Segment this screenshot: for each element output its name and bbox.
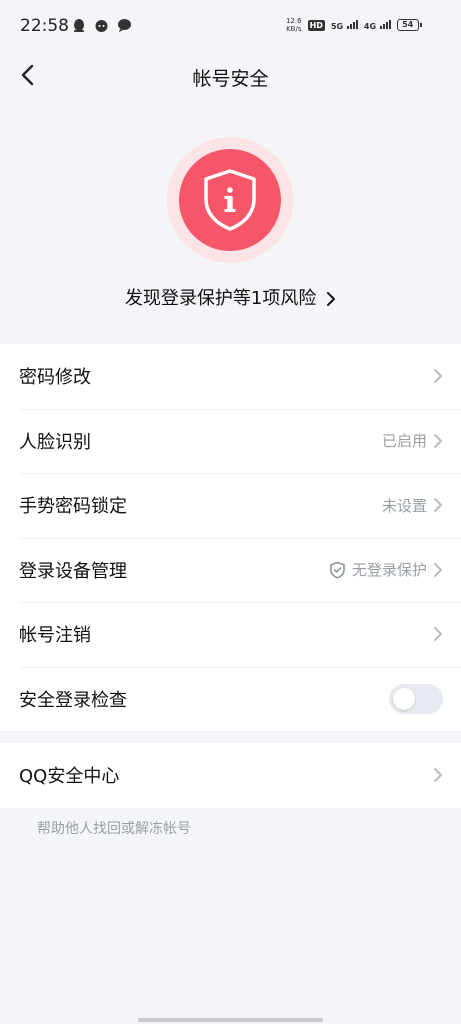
risk-summary-text: 发现登录保护等1项风险 <box>124 288 317 309</box>
system-status-icons: 12.6 KB/s HD 5G 4G 54 <box>286 17 422 33</box>
shield-info-icon <box>204 169 256 231</box>
row-label: 安全登录检查 <box>19 689 127 711</box>
qq-security-center-row[interactable]: QQ安全中心 <box>0 743 461 808</box>
row-label: 人脸识别 <box>19 431 91 453</box>
page-title: 帐号安全 <box>192 68 269 90</box>
status-time: 22:58 <box>20 16 69 36</box>
row-label: QQ安全中心 <box>19 766 120 788</box>
security-center-list: QQ安全中心 <box>0 743 461 808</box>
risk-status-badge <box>167 137 293 263</box>
face-recognition-row[interactable]: 人脸识别 已启用 <box>0 408 461 474</box>
status-bar: 22:58 12.6 KB/s HD 5G 4G 54 <box>0 0 461 52</box>
chevron-right-icon <box>327 292 336 306</box>
chevron-right-icon <box>434 369 442 384</box>
row-label: 帐号注销 <box>19 625 91 647</box>
row-accessory: 无登录保护 <box>329 538 443 603</box>
signal-bars-icon <box>379 19 391 29</box>
row-accessory <box>433 602 443 667</box>
shield-check-icon <box>330 561 345 579</box>
login-device-management-row[interactable]: 登录设备管理 无登录保护 <box>0 537 461 603</box>
hd-badge: HD <box>307 19 325 31</box>
row-label: 登录设备管理 <box>19 560 127 582</box>
row-accessory <box>433 344 443 409</box>
network-speed: 12.6 KB/s <box>286 17 302 33</box>
chevron-right-icon <box>434 562 442 577</box>
row-value: 已启用 <box>381 432 427 451</box>
chevron-right-icon <box>434 627 442 642</box>
network-speed-unit: KB/s <box>286 25 302 33</box>
gesture-lock-row[interactable]: 手势密码锁定 未设置 <box>0 473 461 538</box>
row-accessory: 已启用 <box>382 409 443 474</box>
password-change-row[interactable]: 密码修改 <box>0 344 461 409</box>
signal-bars-icon <box>346 19 358 29</box>
signal-4g: 4G <box>364 19 391 31</box>
row-accessory: 未设置 <box>382 473 443 538</box>
battery-icon: 54 <box>396 19 422 31</box>
security-settings-list: 密码修改 人脸识别 已启用 手势密码锁定 未设置 登录设备管理 无登录保护 帐号… <box>0 344 461 731</box>
home-indicator[interactable] <box>138 1018 323 1022</box>
cat-face-icon <box>94 18 109 37</box>
notification-icons <box>72 18 132 37</box>
network-speed-value: 12.6 <box>286 17 302 25</box>
risk-status-circle <box>179 149 281 251</box>
chevron-right-icon <box>434 433 442 448</box>
signal-5g: 5G <box>331 19 358 31</box>
row-label: 手势密码锁定 <box>19 496 127 518</box>
secure-login-check-toggle[interactable] <box>389 683 443 714</box>
signal-5g-label: 5G <box>330 22 344 31</box>
chevron-right-icon <box>434 768 442 783</box>
signal-4g-label: 4G <box>363 22 377 31</box>
secure-login-check-row: 安全登录检查 <box>0 666 461 732</box>
risk-summary-link[interactable]: 发现登录保护等1项风险 <box>0 284 461 310</box>
account-cancellation-row[interactable]: 帐号注销 <box>0 602 461 667</box>
chevron-right-icon <box>434 498 442 513</box>
row-value: 无登录保护 <box>351 561 427 580</box>
toggle-knob <box>393 687 415 710</box>
nav-bar: 帐号安全 <box>0 52 461 98</box>
row-label: 密码修改 <box>19 367 91 389</box>
row-accessory <box>433 743 443 808</box>
qq-penguin-icon <box>72 18 86 37</box>
security-center-helper-text: 帮助他人找回或解冻帐号 <box>37 821 191 837</box>
chat-bubble-icon <box>117 18 132 37</box>
row-accessory <box>389 667 443 732</box>
row-value: 未设置 <box>381 496 427 515</box>
